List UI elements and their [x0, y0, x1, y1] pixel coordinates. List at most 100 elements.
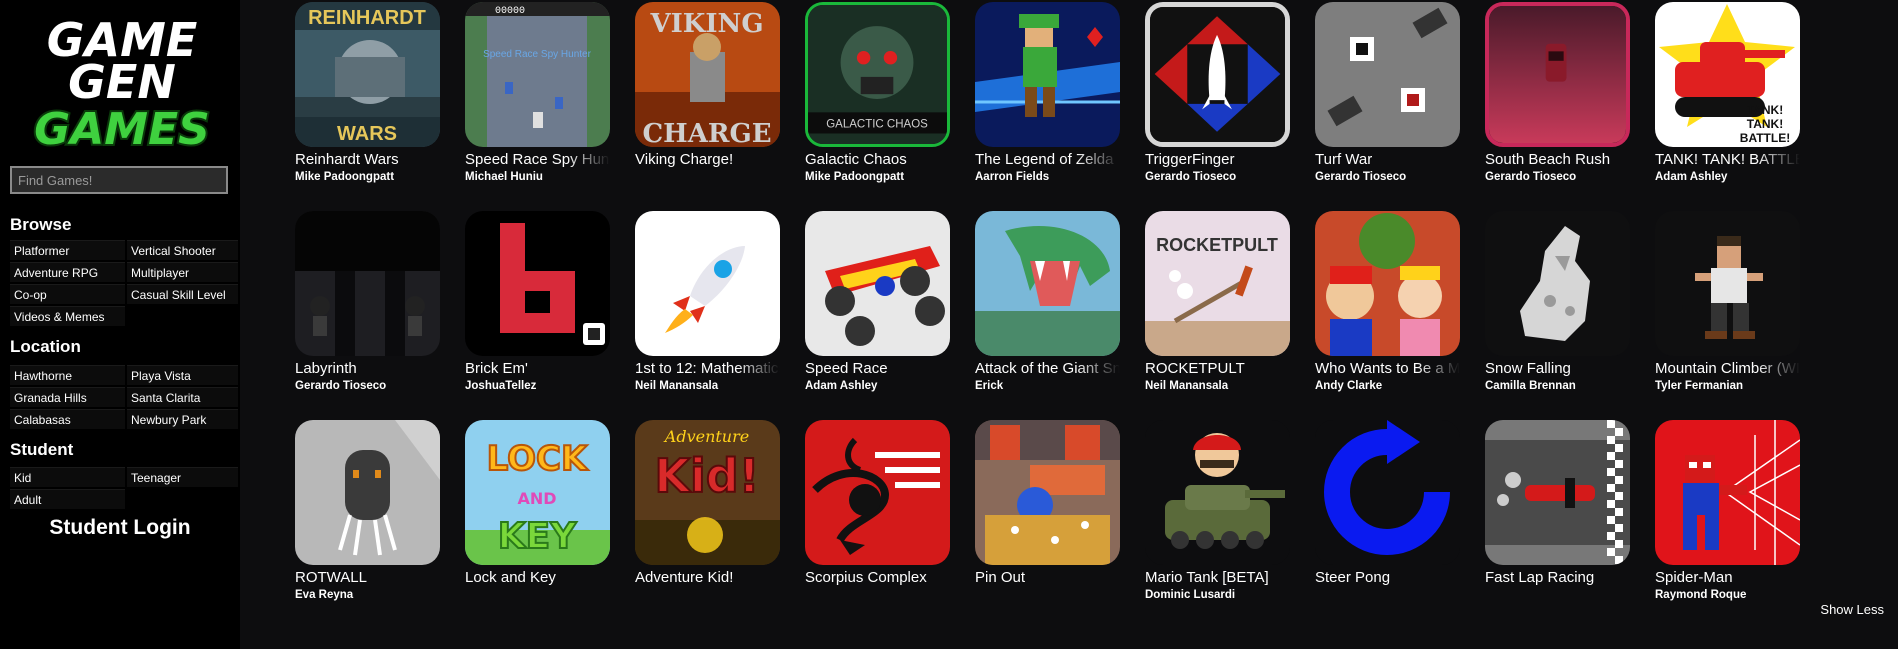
game-title[interactable]: Brick Em'	[465, 360, 610, 377]
svg-text:TANK!: TANK!	[1747, 103, 1783, 117]
location-item-newbury-park[interactable]: Newbury Park	[127, 409, 238, 429]
game-author: Adam Ashley	[1655, 171, 1728, 183]
sidebar: GAME GEN GAMES Browse Platformer Vertica…	[0, 0, 240, 649]
game-thumbnail[interactable]: VIKING CHARGE	[635, 2, 780, 147]
game-thumbnail[interactable]	[975, 2, 1120, 147]
svg-text:ROCKETPULT: ROCKETPULT	[1156, 235, 1278, 255]
game-author: Gerardo Tioseco	[1145, 171, 1237, 183]
game-author: Raymond Roque	[1655, 589, 1747, 601]
game-thumbnail[interactable]	[1315, 2, 1460, 147]
browse-item-videos-memes[interactable]: Videos & Memes	[10, 306, 125, 326]
game-thumbnail[interactable]	[1145, 2, 1290, 147]
game-thumbnail[interactable]	[805, 420, 950, 565]
student-list: Kid Teenager Adult	[10, 467, 238, 509]
svg-text:GAMES: GAMES	[34, 104, 210, 152]
game-thumbnail[interactable]: ROCKETPULT	[1145, 211, 1290, 356]
game-title[interactable]: Galactic Chaos	[805, 151, 950, 168]
game-thumbnail[interactable]: LOCK AND KEY	[465, 420, 610, 565]
game-title[interactable]: The Legend of Zelda	[975, 151, 1120, 168]
game-author: Neil Manansala	[1145, 380, 1229, 392]
browse-item-casual-skill-level[interactable]: Casual Skill Level	[127, 284, 238, 304]
game-thumbnail[interactable]	[1655, 420, 1800, 565]
game-thumbnail[interactable]	[295, 211, 440, 356]
location-heading: Location	[10, 337, 81, 356]
browse-item-co-op[interactable]: Co-op	[10, 284, 125, 304]
game-title[interactable]: Lock and Key	[465, 569, 610, 586]
show-less-link[interactable]: Show Less	[1820, 602, 1884, 617]
game-title[interactable]: South Beach Rush	[1485, 151, 1630, 168]
game-title[interactable]: Reinhardt Wars	[295, 151, 440, 168]
location-item-calabasas[interactable]: Calabasas	[10, 409, 125, 429]
game-title[interactable]: Speed Race	[805, 360, 950, 377]
browse-item-adventure-rpg[interactable]: Adventure RPG	[10, 262, 125, 282]
game-thumbnail[interactable]	[295, 420, 440, 565]
game-title[interactable]: Adventure Kid!	[635, 569, 780, 586]
game-title[interactable]: 1st to 12: Mathematics	[635, 360, 780, 377]
gamegen-logo[interactable]: GAME GEN GAMES	[14, 10, 230, 158]
game-title[interactable]: Labyrinth	[295, 360, 440, 377]
location-item-granada-hills[interactable]: Granada Hills	[10, 387, 125, 407]
game-thumbnail[interactable]	[1485, 420, 1630, 565]
game-thumbnail[interactable]	[975, 420, 1120, 565]
student-item-teenager[interactable]: Teenager	[127, 467, 238, 487]
location-item-santa-clarita[interactable]: Santa Clarita	[127, 387, 238, 407]
game-title[interactable]: Pin Out	[975, 569, 1120, 586]
game-thumbnail[interactable]	[1485, 211, 1630, 356]
game-title[interactable]: Mountain Climber (WIP)	[1655, 360, 1800, 377]
game-author: Neil Manansala	[635, 380, 719, 392]
svg-text:KEY: KEY	[498, 516, 577, 557]
student-item-kid[interactable]: Kid	[10, 467, 125, 487]
game-title[interactable]: ROTWALL	[295, 569, 440, 586]
game-author: Mike Padoongpatt	[295, 171, 395, 183]
game-title[interactable]: Steer Pong	[1315, 569, 1460, 586]
games-grid: REINHARDT WARS Reinhardt Wars Mike Padoo…	[240, 0, 1898, 649]
svg-text:WARS: WARS	[337, 123, 397, 145]
student-item-adult[interactable]: Adult	[10, 489, 125, 509]
svg-text:TANK!: TANK!	[1747, 117, 1783, 131]
game-title[interactable]: Turf War	[1315, 151, 1460, 168]
game-title[interactable]: Snow Falling	[1485, 360, 1630, 377]
game-title[interactable]: Speed Race Spy Hunter	[465, 151, 610, 168]
student-login-button[interactable]: Student Login	[10, 516, 230, 540]
game-thumbnail[interactable]: TANK! TANK! BATTLE!	[1655, 2, 1800, 147]
game-title[interactable]: Scorpius Complex	[805, 569, 950, 586]
game-author: Aarron Fields	[975, 171, 1050, 183]
game-title[interactable]: Viking Charge!	[635, 151, 780, 168]
game-title[interactable]: Who Wants to Be a Millionaire	[1315, 360, 1460, 377]
search-input[interactable]	[10, 166, 228, 194]
game-thumbnail[interactable]	[805, 211, 950, 356]
browse-item-vertical-shooter[interactable]: Vertical Shooter	[127, 240, 238, 260]
game-thumbnail[interactable]: 00000 Speed Race Spy Hunter	[465, 2, 610, 147]
game-thumbnail[interactable]: Adventure Kid!	[635, 420, 780, 565]
game-title[interactable]: TriggerFinger	[1145, 151, 1290, 168]
game-title[interactable]: Spider-Man	[1655, 569, 1800, 586]
game-author: Gerardo Tioseco	[1485, 171, 1577, 183]
game-title[interactable]: TANK! TANK! BATTLE!	[1655, 151, 1800, 168]
game-title[interactable]: Fast Lap Racing	[1485, 569, 1630, 586]
location-list: Hawthorne Playa Vista Granada Hills Sant…	[10, 365, 238, 429]
game-author: JoshuaTellez	[465, 380, 537, 392]
game-thumbnail[interactable]	[1485, 2, 1630, 147]
game-thumbnail[interactable]	[1655, 211, 1800, 356]
game-thumbnail[interactable]	[975, 211, 1120, 356]
game-title[interactable]: ROCKETPULT	[1145, 360, 1290, 377]
game-thumbnail[interactable]	[465, 211, 610, 356]
svg-text:AND: AND	[517, 489, 556, 508]
game-thumbnail[interactable]: GALACTIC CHAOS	[805, 2, 950, 147]
browse-item-platformer[interactable]: Platformer	[10, 240, 125, 260]
browse-heading: Browse	[10, 215, 72, 234]
game-thumbnail[interactable]	[1315, 211, 1460, 356]
svg-text:CHARGE: CHARGE	[642, 119, 771, 147]
student-heading: Student	[10, 440, 74, 459]
game-thumbnail[interactable]	[635, 211, 780, 356]
location-item-hawthorne[interactable]: Hawthorne	[10, 365, 125, 385]
game-title[interactable]: Mario Tank [BETA]	[1145, 569, 1290, 586]
browse-list: Platformer Vertical Shooter Adventure RP…	[10, 240, 238, 326]
game-thumbnail[interactable]	[1145, 420, 1290, 565]
game-author: Mike Padoongpatt	[805, 171, 905, 183]
browse-item-multiplayer[interactable]: Multiplayer	[127, 262, 238, 282]
game-thumbnail[interactable]: REINHARDT WARS	[295, 2, 440, 147]
location-item-playa-vista[interactable]: Playa Vista	[127, 365, 238, 385]
game-title[interactable]: Attack of the Giant Snake	[975, 360, 1120, 377]
game-thumbnail[interactable]	[1315, 420, 1460, 565]
